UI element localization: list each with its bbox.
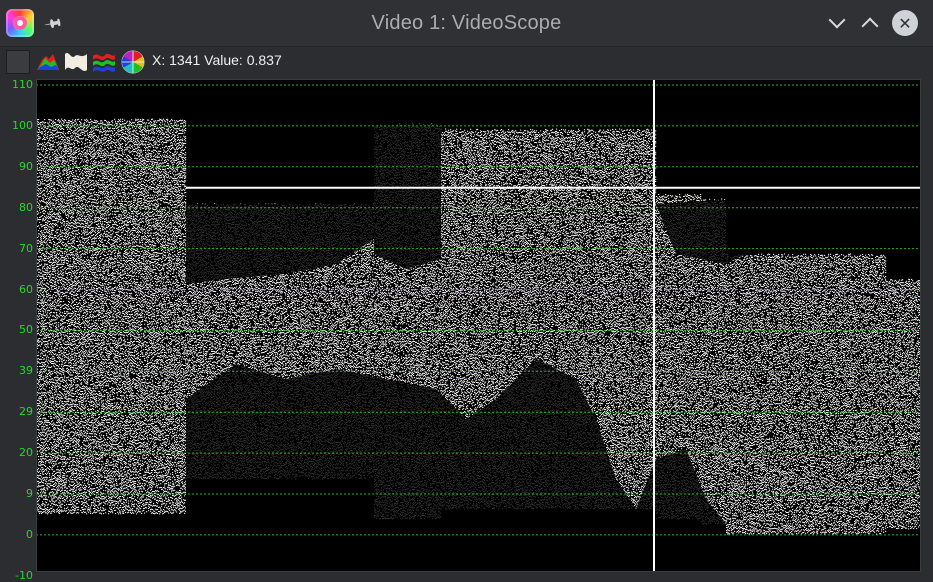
videoscope-panel: 110 100 90 80 70 60 50 39 29 20 9 0 -10	[0, 78, 933, 582]
y-tick-label: 29	[19, 405, 33, 419]
histogram-button[interactable]	[36, 50, 60, 74]
rgb-parade-button[interactable]	[92, 50, 116, 74]
y-tick-label: -10	[15, 568, 33, 582]
y-tick-label: 9	[26, 487, 33, 500]
close-button[interactable]: ✕	[892, 10, 918, 36]
rgb-parade-icon	[92, 50, 116, 74]
vectorscope-icon	[121, 50, 145, 74]
y-tick-label: 60	[19, 282, 33, 296]
title-bar: 🖈 Video 1: VideoScope ✕	[0, 0, 933, 47]
y-tick-label: 0	[26, 527, 33, 541]
scope-toolbar: X: 1341 Value: 0.837	[0, 47, 933, 77]
trace-shadow	[656, 199, 796, 264]
y-tick-label: 100	[12, 118, 33, 132]
vectorscope-button[interactable]	[121, 50, 145, 74]
y-tick-label: 80	[19, 200, 33, 214]
trace-shadow	[374, 124, 441, 269]
y-tick-label: 110	[12, 78, 33, 91]
waveform-button[interactable]	[64, 50, 88, 74]
histogram-icon	[36, 50, 60, 74]
y-tick-label: 90	[19, 159, 33, 173]
waveform-icon	[64, 50, 88, 74]
y-tick-label: 20	[19, 446, 33, 460]
maximize-button[interactable]	[858, 11, 882, 35]
y-tick-label: 50	[19, 323, 33, 337]
minimize-button[interactable]	[825, 11, 849, 35]
chevron-down-icon	[828, 11, 846, 29]
y-tick-label: 70	[19, 241, 33, 255]
window-title: Video 1: VideoScope	[371, 12, 562, 34]
black-swatch-button[interactable]	[6, 50, 30, 74]
cursor-readout: X: 1341 Value: 0.837	[152, 52, 282, 68]
close-icon: ✕	[898, 13, 912, 33]
chevron-up-icon	[861, 17, 879, 35]
waveform-plot[interactable]	[36, 79, 921, 572]
y-tick-label: 39	[19, 364, 33, 378]
